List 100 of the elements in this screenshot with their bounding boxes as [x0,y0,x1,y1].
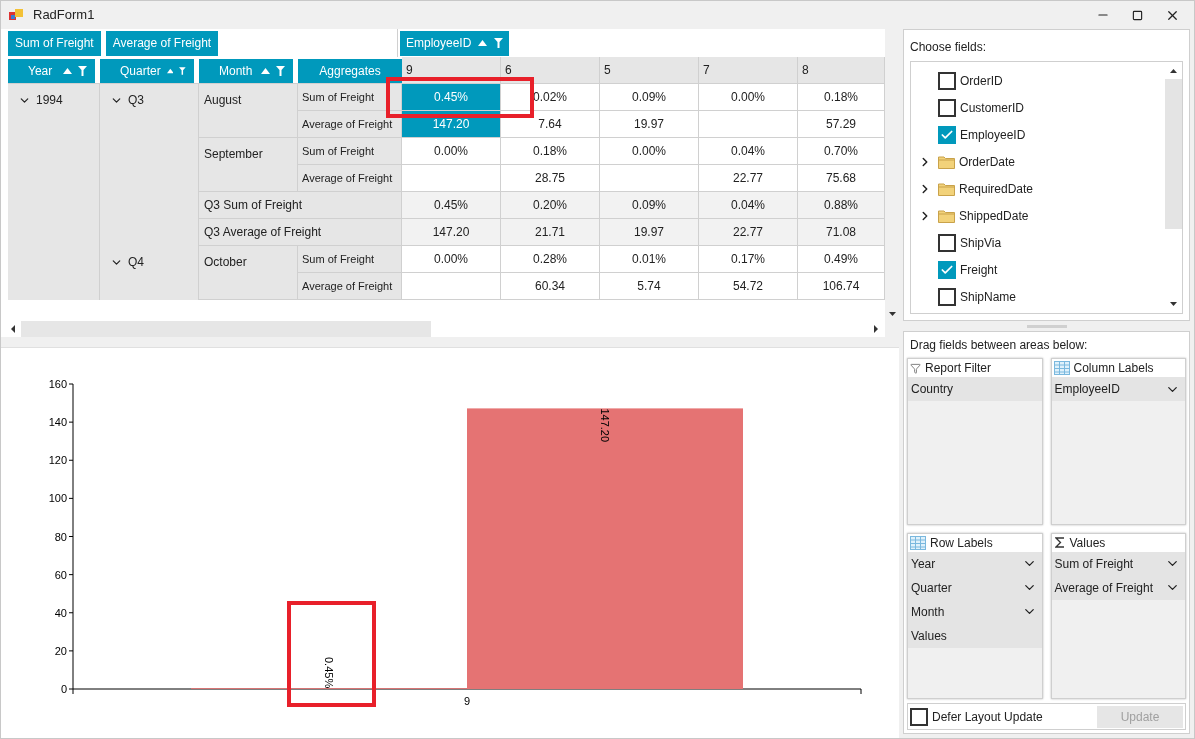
value-cell[interactable]: 19.97 [600,219,699,246]
month-cell: October [199,246,298,300]
sort-arrow-icon [261,68,270,74]
scroll-down-icon[interactable] [1170,302,1177,306]
column-header-cell: 8 [798,57,885,84]
panel-title: Drag fields between areas below: [910,337,1089,354]
value-cell[interactable]: 75.68 [798,165,885,192]
month-cell: August [199,84,298,138]
value-cell[interactable]: 0.04% [699,192,798,219]
field-list-item[interactable]: CustomerID [911,94,1165,121]
zone-field-item[interactable]: Average of Freight [1051,575,1185,600]
value-cell[interactable]: 22.77 [699,219,798,246]
aggregate-cell: Sum of Freight [298,84,402,111]
value-cell[interactable]: 0.00% [699,84,798,111]
field-list-item[interactable]: ShipName [911,283,1165,310]
folder-icon [938,154,955,169]
field-list-item[interactable]: ShippedDate [911,202,1165,229]
value-cell[interactable] [402,273,501,300]
zone-field-item[interactable]: Quarter [908,575,1042,600]
zone-field-item[interactable]: EmployeeID [1051,377,1185,401]
value-cell[interactable]: 0.20% [501,192,600,219]
zone-field-item[interactable]: Country [908,377,1042,401]
field-list-item[interactable]: ShipVia [911,229,1165,256]
field-checkbox[interactable] [938,125,956,144]
scroll-up-icon[interactable] [1170,69,1177,73]
field-list-item[interactable]: Freight [911,256,1165,283]
value-cell[interactable]: 21.71 [501,219,600,246]
value-cell[interactable]: 22.77 [699,165,798,192]
value-cell[interactable]: 57.29 [798,111,885,138]
filter-icon [179,66,186,76]
field-list-item[interactable]: OrderID [911,67,1165,94]
field-list-item[interactable]: RequiredDate [911,175,1165,202]
sigma-icon [1053,537,1066,548]
value-cell[interactable]: 0.01% [600,246,699,273]
value-cell[interactable]: 106.74 [798,273,885,300]
y-tick-label: 0 [60,683,67,695]
field-checkbox[interactable] [938,71,956,90]
filter-icon [910,362,921,374]
splitter-handle[interactable] [1026,324,1067,328]
maximize-icon[interactable] [1132,9,1143,21]
y-tick-label: 140 [48,416,67,429]
value-cell[interactable]: 147.20 [402,219,501,246]
value-cell[interactable]: 0.00% [600,138,699,165]
aggregate-cell: Average of Freight [298,111,402,138]
zone-title: Report Filter [925,360,992,377]
value-cell[interactable]: 0.70% [798,138,885,165]
column-header-cell: 7 [699,57,798,84]
zone-field-item[interactable]: Month [908,599,1042,624]
zone-field-item[interactable]: Values [908,623,1042,648]
value-cell[interactable]: 0.88% [798,192,885,219]
value-cell[interactable]: 0.00% [402,246,501,273]
value-cell[interactable]: 0.09% [600,192,699,219]
value-cell[interactable] [699,111,798,138]
value-cell[interactable]: 0.18% [798,84,885,111]
aggregate-cell: Sum of Freight [298,246,402,273]
field-list-item[interactable]: EmployeeID [911,121,1165,148]
field-checkbox[interactable] [938,98,956,117]
quarter-toggle[interactable]: Q3 [110,91,198,109]
filter-icon [494,38,504,48]
value-cell[interactable]: 54.72 [699,273,798,300]
total-label-cell: Q3 Sum of Freight [199,192,402,219]
scroll-down-icon[interactable] [888,312,896,316]
field-checkbox[interactable] [938,260,956,279]
scroll-right-icon[interactable] [874,325,879,333]
value-cell[interactable]: 0.09% [600,84,699,111]
value-cell[interactable]: 0.02% [501,84,600,111]
value-cell[interactable]: 0.28% [501,246,600,273]
field-checkbox[interactable] [938,233,956,252]
value-cell[interactable]: 0.00% [402,138,501,165]
value-cell[interactable] [600,165,699,192]
value-cell[interactable]: 71.08 [798,219,885,246]
value-cell[interactable]: 0.45% [402,192,501,219]
value-cell[interactable]: 19.97 [600,111,699,138]
year-toggle[interactable]: 1994 [18,91,99,109]
y-tick-label: 60 [54,568,67,581]
aggregate-cell: Sum of Freight [298,138,402,165]
y-tick-label: 80 [54,530,67,543]
value-cell[interactable]: 0.18% [501,138,600,165]
value-cell[interactable]: 5.74 [600,273,699,300]
column-header-cell: 5 [600,57,699,84]
value-cell[interactable]: 28.75 [501,165,600,192]
y-tick-label: 20 [54,644,67,657]
defer-checkbox[interactable] [910,707,928,726]
value-cell[interactable]: 0.49% [798,246,885,273]
value-cell[interactable]: 7.64 [501,111,600,138]
window-title: RadForm1 [33,6,95,25]
sort-arrow-icon [166,68,174,74]
folder-icon [938,208,955,223]
value-cell[interactable] [402,165,501,192]
field-list-item[interactable]: OrderDate [911,148,1165,175]
zone-field-item[interactable]: Year [908,551,1042,576]
column-header-cell: 6 [501,57,600,84]
field-checkbox[interactable] [938,287,956,306]
value-cell[interactable]: 0.04% [699,138,798,165]
filter-icon [276,66,285,76]
zone-field-item[interactable]: Sum of Freight [1051,551,1185,576]
value-cell[interactable]: 60.34 [501,273,600,300]
zone-title: Values [1069,534,1106,552]
value-cell[interactable]: 0.17% [699,246,798,273]
horizontal-scrollbar[interactable] [1,321,885,337]
